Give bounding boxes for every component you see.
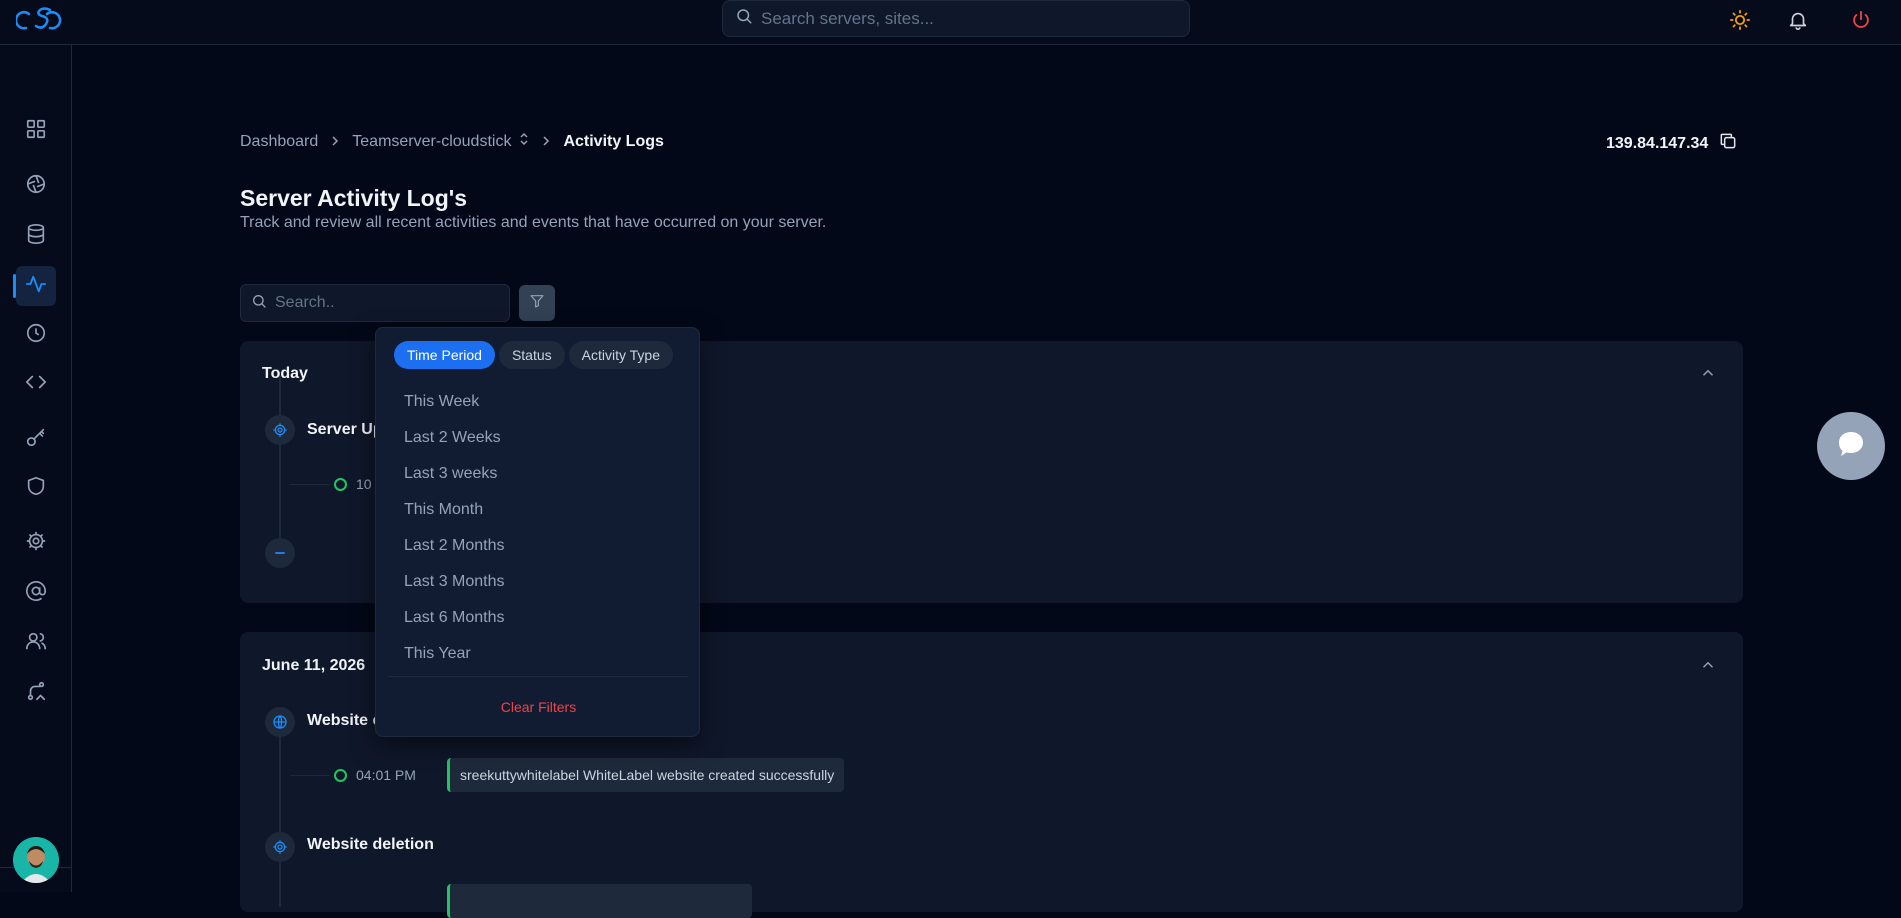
avatar[interactable] — [13, 837, 59, 883]
filter-option-last-3-weeks[interactable]: Last 3 weeks — [404, 465, 497, 483]
gear-icon — [265, 832, 295, 862]
filter-option-this-month[interactable]: This Month — [404, 501, 483, 519]
success-dot — [334, 478, 347, 491]
sidebar-item-keys[interactable] — [16, 419, 56, 459]
filter-icon — [529, 293, 545, 314]
sidebar-item-team[interactable] — [16, 623, 56, 663]
event-message: sreekuttywhitelabel WhiteLabel website c… — [447, 758, 845, 792]
chat-icon — [1834, 427, 1868, 466]
shield-icon — [25, 475, 47, 502]
sidebar-item-routes[interactable] — [16, 673, 56, 713]
tab-time-period[interactable]: Time Period — [394, 341, 495, 369]
power-icon[interactable] — [1847, 6, 1875, 34]
activity-search-input[interactable] — [275, 294, 495, 312]
activity-icon — [25, 273, 47, 300]
sidebar-item-settings[interactable] — [16, 523, 56, 563]
timeline-connector — [290, 484, 330, 485]
sidebar — [0, 45, 72, 892]
filter-option-last-2-weeks[interactable]: Last 2 Weeks — [404, 429, 501, 447]
page-title: Server Activity Log's — [240, 185, 468, 211]
chevron-right-icon — [330, 134, 340, 150]
filter-option-this-week[interactable]: This Week — [404, 393, 479, 411]
tab-status[interactable]: Status — [498, 341, 565, 369]
breadcrumb-dashboard[interactable]: Dashboard — [240, 133, 318, 151]
chevron-up-icon[interactable] — [1699, 656, 1717, 674]
sun-icon[interactable] — [1726, 6, 1754, 34]
global-search[interactable] — [722, 0, 1190, 37]
search-icon — [735, 7, 753, 30]
sidebar-item-code[interactable] — [16, 364, 56, 404]
breadcrumb-current: Activity Logs — [563, 132, 664, 150]
filter-option-last-3-months[interactable]: Last 3 Months — [404, 573, 505, 591]
tab-activity-type[interactable]: Activity Type — [568, 341, 673, 369]
filter-option-last-2-months[interactable]: Last 2 Months — [404, 537, 505, 555]
breadcrumb: Dashboard Teamserver-cloudstick Activity… — [240, 131, 664, 152]
gear-icon — [25, 530, 47, 557]
sidebar-item-email[interactable] — [16, 573, 56, 613]
sidebar-item-databases[interactable] — [16, 216, 56, 256]
timeline-connector — [290, 775, 330, 776]
chevron-up-icon[interactable] — [1699, 364, 1717, 382]
filter-dropdown: Time Period Status Activity Type This We… — [375, 327, 700, 737]
breadcrumb-server[interactable]: Teamserver-cloudstick — [352, 133, 511, 151]
group-date: Today — [262, 365, 308, 382]
event-time: 10 — [356, 476, 372, 492]
code-icon — [25, 371, 47, 398]
database-icon — [25, 223, 47, 250]
event-message-partial — [447, 884, 752, 918]
dropdown-divider — [388, 676, 688, 677]
chevron-up-down-icon[interactable] — [519, 131, 529, 152]
chat-button[interactable] — [1817, 412, 1885, 480]
sidebar-item-sites[interactable] — [16, 166, 56, 206]
aperture-icon — [25, 173, 47, 200]
route-icon — [25, 680, 47, 707]
filter-option-last-6-months[interactable]: Last 6 Months — [404, 609, 505, 627]
gear-icon — [265, 415, 295, 445]
global-search-input[interactable] — [761, 8, 1161, 29]
sidebar-item-dashboard[interactable] — [16, 111, 56, 151]
timeline-line — [279, 376, 281, 558]
event-title: Website c — [307, 712, 382, 729]
activity-search[interactable] — [240, 284, 510, 322]
success-dot — [334, 769, 347, 782]
event-time: 04:01 PM — [356, 767, 416, 783]
sidebar-item-cron[interactable] — [16, 315, 56, 355]
page-subtitle: Track and review all recent activities a… — [240, 214, 827, 231]
search-icon — [251, 293, 267, 314]
sidebar-item-activity[interactable] — [13, 266, 56, 306]
collapse-icon[interactable] — [265, 538, 295, 568]
event-title: Website deletion — [307, 836, 434, 853]
grid-icon — [25, 118, 47, 145]
filter-option-this-year[interactable]: This Year — [404, 645, 471, 663]
filter-button[interactable] — [519, 285, 555, 321]
top-bar — [0, 0, 1901, 45]
bell-icon[interactable] — [1784, 6, 1812, 34]
brand-logo[interactable] — [14, 6, 64, 34]
filter-tabs: Time Period Status Activity Type — [394, 341, 673, 369]
server-ip: 139.84.147.34 — [1606, 131, 1738, 156]
key-icon — [25, 426, 47, 453]
clear-filters-button[interactable]: Clear Filters — [376, 699, 701, 715]
timeline-line — [279, 707, 281, 907]
copy-icon[interactable] — [1718, 131, 1738, 156]
chevron-right-icon — [541, 134, 551, 150]
clock-icon — [25, 322, 47, 349]
event-title: Server Up — [307, 421, 383, 438]
server-ip-text: 139.84.147.34 — [1606, 134, 1709, 152]
globe-icon — [265, 707, 295, 737]
group-date: June 11, 2026 — [262, 657, 366, 674]
users-icon — [25, 630, 47, 657]
sidebar-item-security[interactable] — [16, 468, 56, 508]
at-icon — [25, 580, 47, 607]
